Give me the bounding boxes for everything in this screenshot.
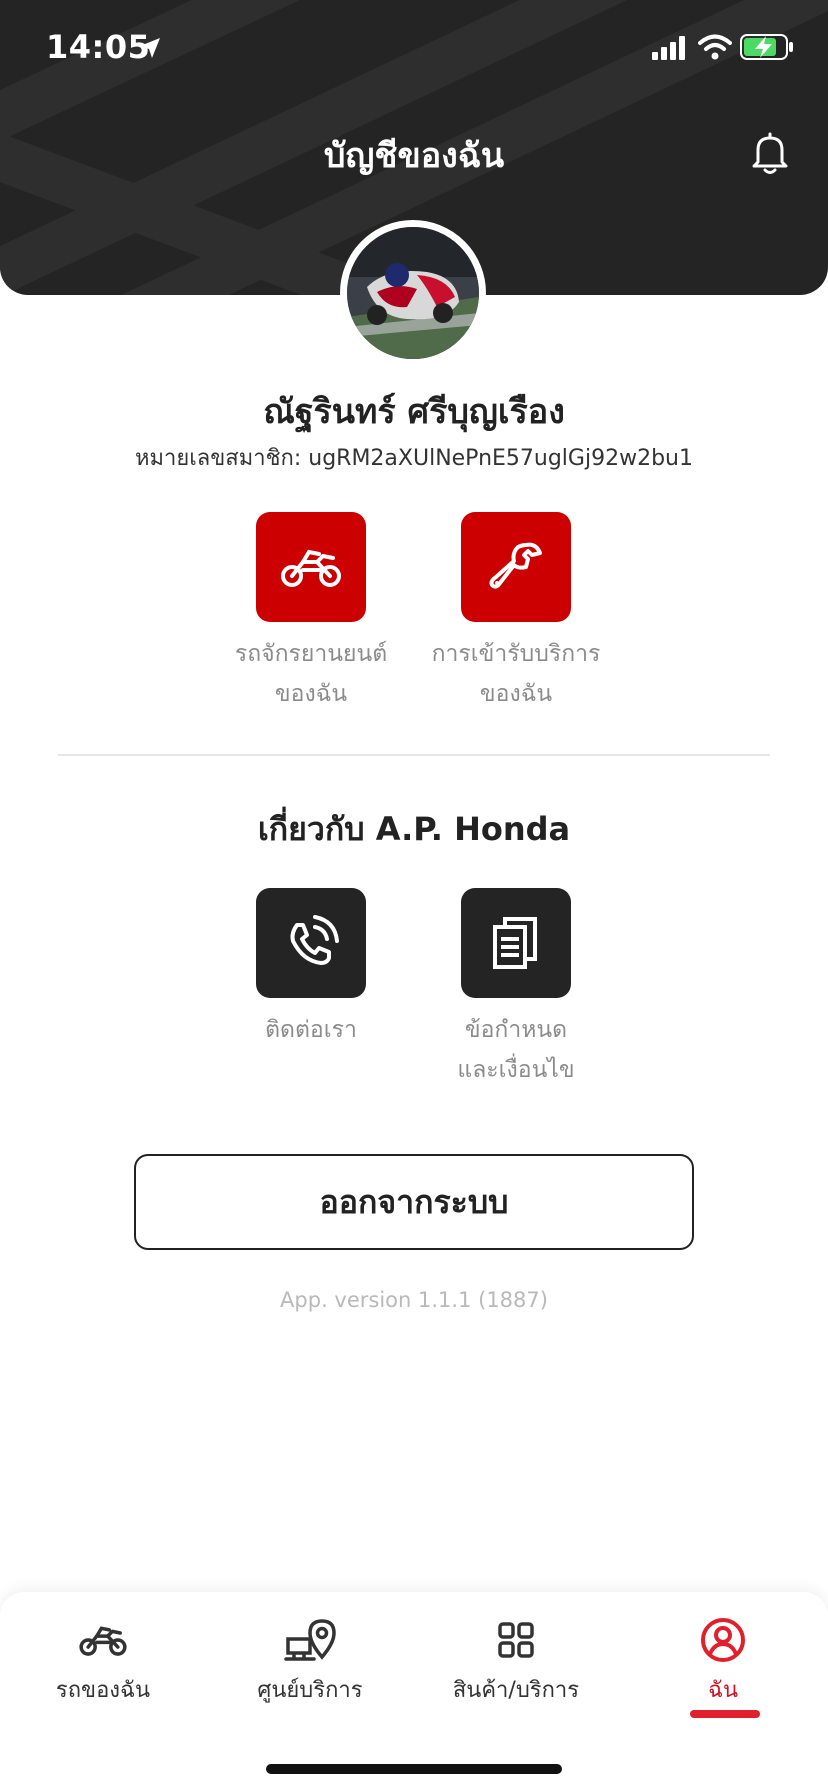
terms-tile[interactable]	[461, 888, 571, 998]
battery-charging-icon	[740, 34, 793, 60]
logout-button[interactable]: ออกจากระบบ	[134, 1154, 694, 1250]
service-center-icon	[284, 1619, 336, 1661]
divider	[58, 754, 770, 756]
phone-icon	[290, 915, 339, 965]
status-time: 14:05	[46, 28, 151, 66]
my-service-button[interactable]: การเข้ารับบริการ ของฉัน	[416, 512, 616, 714]
my-service-tile[interactable]	[461, 512, 571, 622]
my-service-label: การเข้ารับบริการ ของฉัน	[431, 641, 601, 707]
home-indicator	[266, 1764, 562, 1774]
about-title: เกี่ยวกับ A.P. Honda	[257, 810, 571, 848]
member-label: หมายเลขสมาชิก:	[135, 446, 302, 471]
contact-us-label: ติดต่อเรา	[265, 1017, 357, 1043]
tab-service-center[interactable]: ศูนย์บริการ	[210, 1612, 410, 1707]
motorcycle-icon	[281, 549, 341, 587]
tab-label: ฉัน	[707, 1678, 739, 1703]
avatar[interactable]	[340, 220, 486, 366]
location-arrow-icon	[140, 38, 160, 58]
tab-label: รถของฉัน	[55, 1678, 151, 1703]
member-number: หมายเลขสมาชิก: ugRM2aXUlNePnE57uglGj92w2…	[0, 440, 828, 475]
my-motorcycles-label: รถจักรยานยนต์ ของฉัน	[234, 641, 388, 707]
wrench-icon	[489, 542, 542, 589]
terms-button[interactable]: ข้อกำหนด และเงื่อนไข	[416, 888, 616, 1090]
tab-label: สินค้า/บริการ	[452, 1678, 580, 1703]
profile-icon	[701, 1618, 745, 1662]
grid-icon	[498, 1622, 534, 1658]
document-icon	[493, 917, 537, 969]
active-tab-indicator	[690, 1710, 760, 1718]
bell-icon[interactable]	[744, 126, 796, 178]
motorcycle-icon	[79, 1626, 127, 1656]
signal-icon	[652, 36, 685, 60]
tab-my-motorcycle[interactable]: รถของฉัน	[3, 1612, 203, 1707]
tab-bar: รถของฉัน ศูนย์บริการ สินค้า/บริการ ฉัน	[0, 1592, 828, 1792]
member-id: ugRM2aXUlNePnE57uglGj92w2bu1	[308, 446, 693, 471]
user-name: ณัฐรินทร์ ศรีบุญเรือง	[263, 392, 565, 432]
app-version: App. version 1.1.1 (1887)	[280, 1288, 548, 1312]
wifi-icon	[698, 34, 732, 60]
my-motorcycles-tile[interactable]	[256, 512, 366, 622]
tab-me[interactable]: ฉัน	[623, 1612, 823, 1707]
my-motorcycles-button[interactable]: รถจักรยานยนต์ ของฉัน	[211, 512, 411, 714]
contact-us-button[interactable]: ติดต่อเรา	[211, 888, 411, 1050]
tab-products[interactable]: สินค้า/บริการ	[416, 1612, 616, 1707]
page-title: บัญชีของฉัน	[323, 136, 505, 176]
contact-us-tile[interactable]	[256, 888, 366, 998]
terms-label: ข้อกำหนด และเงื่อนไข	[457, 1017, 575, 1083]
avatar-photo	[347, 227, 479, 359]
tab-label: ศูนย์บริการ	[257, 1678, 363, 1703]
